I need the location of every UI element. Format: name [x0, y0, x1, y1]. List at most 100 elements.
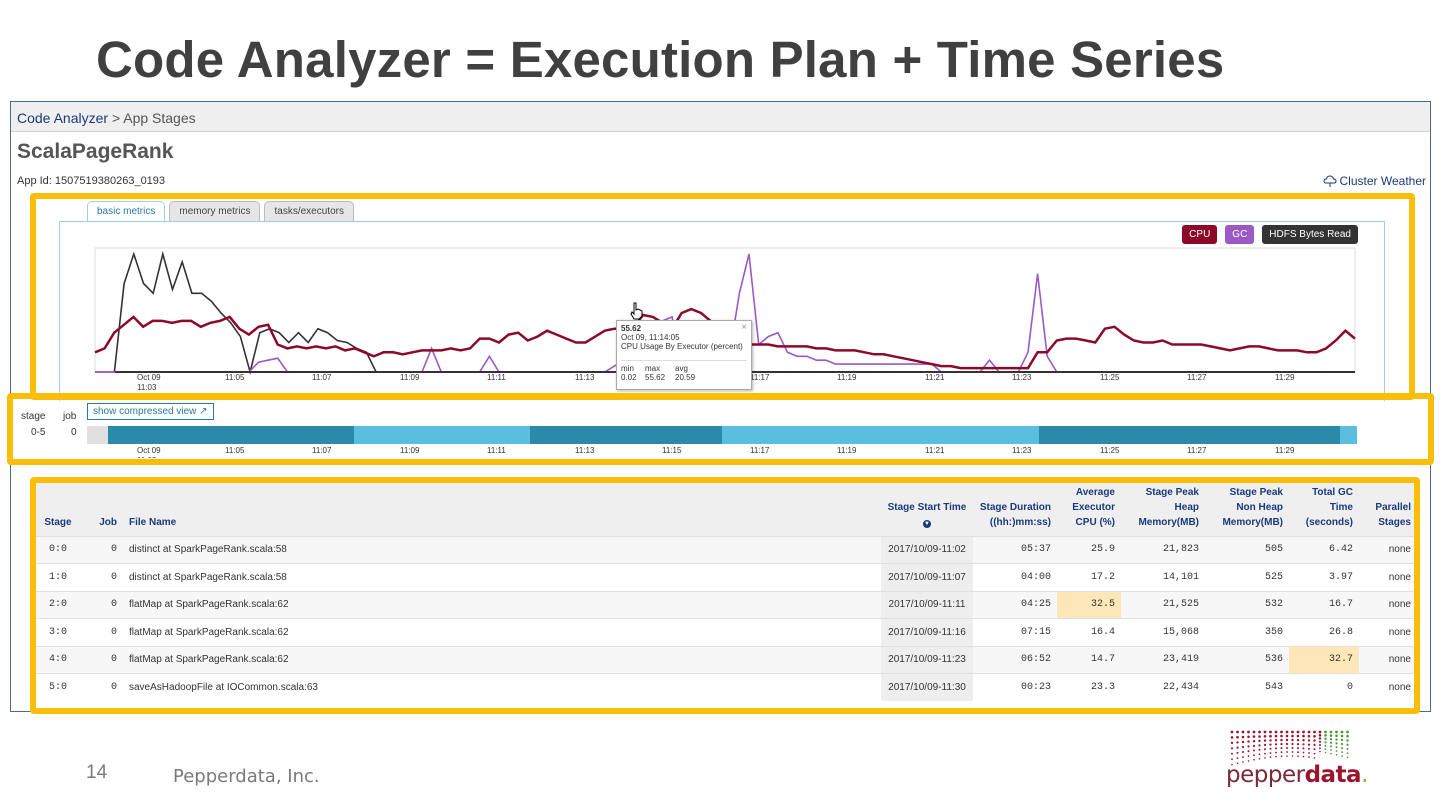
logo-dot-mark [1253, 754, 1255, 756]
logo-dot-mark [1236, 751, 1239, 754]
app-name: ScalaPageRank [17, 140, 174, 163]
logo-dot-mark [1319, 744, 1321, 746]
logo-dot-mark [1302, 734, 1305, 738]
highlight-box-table [30, 477, 1420, 714]
cluster-weather-link[interactable]: Cluster Weather [1323, 174, 1426, 188]
logo-dot-mark [1258, 748, 1261, 751]
logo-dot-mark [1335, 746, 1338, 749]
logo-dot-mark [1274, 734, 1278, 738]
highlight-box-chart [30, 193, 1415, 400]
logo-dot-mark [1313, 739, 1316, 742]
logo-dot-mark [1341, 747, 1343, 750]
logo-dot: . [1361, 762, 1368, 788]
logo-dot-mark [1296, 734, 1300, 738]
logo-dot-mark [1241, 740, 1245, 744]
logo-dot-mark [1291, 730, 1294, 734]
logo-dot-mark [1346, 752, 1349, 754]
logo-dot-mark [1297, 751, 1299, 754]
logo-dot-mark [1280, 743, 1283, 746]
logo-dot-mark [1285, 742, 1289, 746]
logo-dot-mark [1231, 758, 1233, 760]
logo-dot-mark [1231, 752, 1233, 755]
logo-dot-mark [1252, 730, 1256, 734]
logo-dot-mark [1335, 734, 1338, 738]
logo-dot-mark [1302, 747, 1305, 750]
logo-dot-mark [1329, 741, 1333, 744]
logo-dot-mark [1258, 735, 1261, 738]
logo-dot-mark [1264, 752, 1266, 755]
logo-dot-mark [1313, 730, 1316, 734]
logo-dot-mark [1280, 747, 1283, 750]
logo-dot-mark [1286, 747, 1288, 749]
logo-dot-mark [1329, 738, 1333, 741]
logo-dot-mark [1302, 755, 1305, 758]
logo-dot-mark [1241, 730, 1245, 734]
logo-dot-mark [1308, 747, 1310, 750]
logo-dot-mark [1258, 744, 1261, 747]
logo-dot-mark [1252, 735, 1256, 738]
logo-dot-mark [1275, 747, 1277, 750]
logo-dot-mark [1307, 734, 1311, 738]
logo-dot-mark [1258, 757, 1261, 760]
logo-dot-mark [1230, 730, 1234, 734]
logo-dot-mark [1269, 739, 1272, 742]
logo-dot-mark [1285, 734, 1289, 738]
logo-dot-mark [1236, 741, 1239, 744]
logo-dot-mark [1247, 755, 1250, 757]
logo-dot-mark [1280, 751, 1283, 754]
logo-dot-mark [1236, 757, 1239, 759]
logo-dot-mark [1263, 743, 1267, 746]
logo-dot-mark [1291, 751, 1294, 753]
logo-dot-mark [1324, 734, 1327, 737]
logo-dot-mark [1280, 738, 1283, 742]
logo-dot-mark [1274, 730, 1278, 734]
breadcrumb-link-code-analyzer[interactable]: Code Analyzer [17, 110, 108, 126]
logo-dot-mark [1335, 738, 1338, 741]
logo-dot-mark [1296, 743, 1300, 746]
page-number: 14 [86, 762, 108, 783]
logo-dot-mark [1330, 749, 1332, 751]
logo-dot-mark [1269, 747, 1272, 750]
logo-dot-mark [1242, 751, 1244, 753]
logo-dot-mark [1308, 756, 1310, 758]
logo-dot-mark [1258, 753, 1261, 756]
logo-dot-mark [1346, 747, 1349, 750]
logo-dot-mark [1291, 742, 1294, 746]
logo-dot-mark [1340, 738, 1344, 742]
logo-dot-mark [1264, 757, 1266, 759]
logo-dot-mark [1247, 745, 1250, 748]
logo-dot-mark [1263, 739, 1267, 742]
cloud-icon [1323, 175, 1337, 187]
logo-dot-mark [1253, 749, 1255, 752]
logo-dot-mark [1324, 744, 1327, 747]
logo-dot-mark [1307, 739, 1311, 742]
logo-dot-mark [1319, 750, 1321, 753]
logo-dot-mark [1236, 730, 1239, 734]
logo-dot-mark [1291, 755, 1294, 757]
highlight-box-timeline [7, 393, 1434, 465]
logo-dot-mark [1318, 737, 1322, 740]
logo-dot-mark [1297, 747, 1299, 750]
logo-dot-mark [1340, 734, 1344, 738]
logo-dot-mark [1285, 730, 1289, 734]
logo-prefix: pepper [1226, 762, 1305, 788]
logo-dot-mark [1307, 730, 1311, 734]
logo-dot-mark [1346, 756, 1349, 759]
cluster-weather-label: Cluster Weather [1339, 174, 1426, 188]
logo-dot-mark [1340, 742, 1344, 746]
logo-dot-mark [1280, 734, 1283, 738]
logo-dot-mark [1346, 743, 1349, 746]
logo-dot-mark [1269, 730, 1272, 734]
logo-dot-mark [1313, 752, 1316, 755]
logo-dot-mark [1241, 735, 1245, 739]
logo-dot-mark [1302, 739, 1305, 742]
logo-dot-mark [1296, 738, 1300, 742]
logo-dot-mark [1275, 751, 1277, 754]
logo-dot-mark [1313, 743, 1316, 746]
logo-dot-mark [1319, 747, 1321, 750]
logo-dot-mark [1324, 730, 1327, 734]
logo-dot-mark [1308, 752, 1310, 754]
app-id-value: 1507519380263_0193 [54, 175, 166, 187]
logo-dot-mark [1230, 747, 1234, 750]
logo-dot-mark [1264, 748, 1266, 751]
